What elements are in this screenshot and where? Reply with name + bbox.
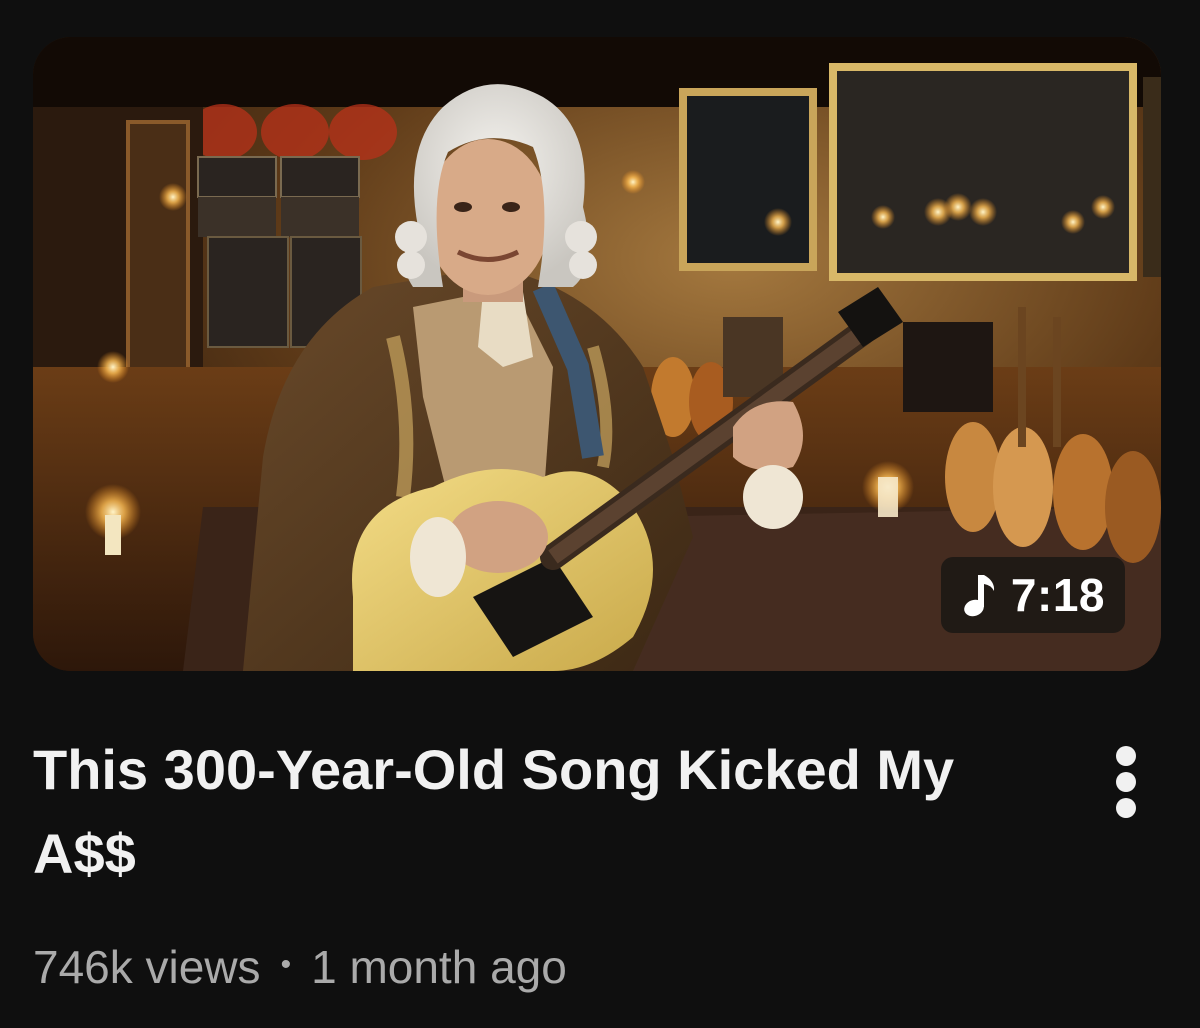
video-card: 7:18 This 300-Year-Old Song Kicked My A$… [0, 0, 1200, 1028]
music-note-icon [964, 575, 995, 617]
duration-text: 7:18 [1010, 569, 1105, 621]
video-thumbnail[interactable]: 7:18 [33, 37, 1161, 671]
video-title[interactable]: This 300-Year-Old Song Kicked My A$$ [33, 728, 1043, 896]
duration-badge: 7:18 [940, 557, 1125, 633]
publish-date: 1 month ago [311, 941, 567, 993]
more-vertical-icon-dot [1116, 798, 1136, 818]
meta-separator: • [280, 948, 292, 981]
view-count: 746k views [33, 941, 261, 993]
more-options-button[interactable] [1096, 740, 1156, 824]
more-vertical-icon-dot [1116, 772, 1136, 792]
video-metadata: 746k views • 1 month ago [33, 940, 567, 994]
more-vertical-icon [1116, 746, 1136, 766]
